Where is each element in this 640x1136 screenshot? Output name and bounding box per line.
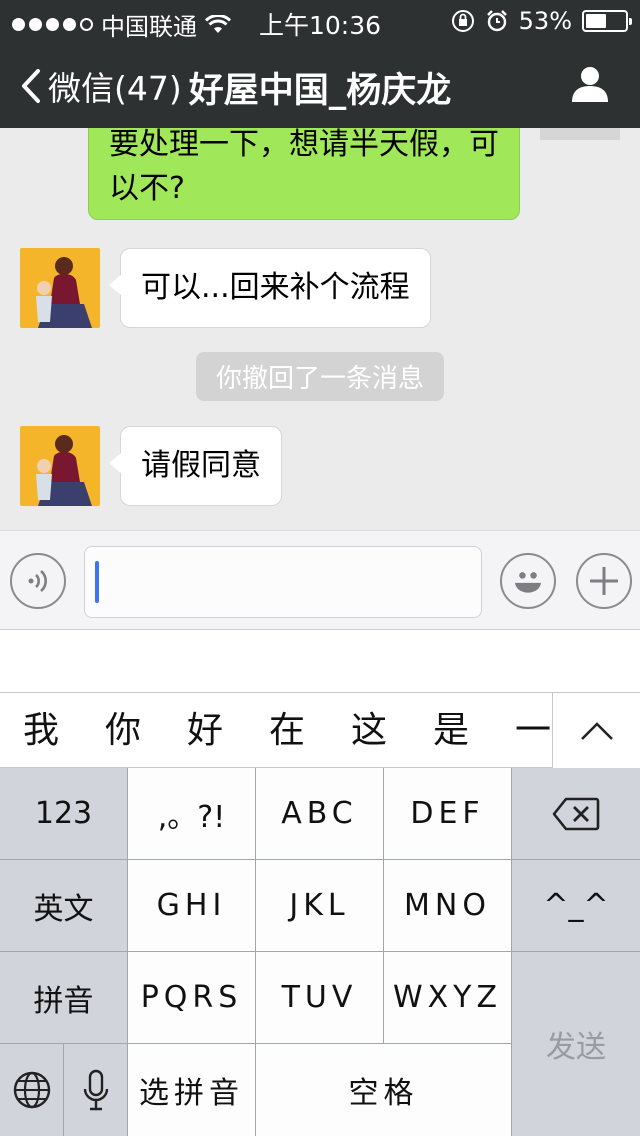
- voice-icon: [28, 570, 47, 592]
- battery-percent: 53%: [518, 7, 572, 35]
- person-icon: [572, 67, 608, 102]
- space-key[interactable]: 空格: [256, 1044, 511, 1136]
- contact-avatar[interactable]: [20, 426, 100, 506]
- candidate-word[interactable]: 是: [410, 693, 492, 769]
- key-english[interactable]: 英文: [0, 860, 127, 951]
- message-input[interactable]: [84, 546, 482, 618]
- backspace-icon: [552, 797, 600, 830]
- candidate-word[interactable]: 一: [492, 693, 552, 769]
- received-message-row: 可以...回来补个流程: [20, 248, 431, 328]
- dictation-key[interactable]: [64, 1044, 127, 1136]
- candidate-bar: 我 你 好 在 这 是 一: [0, 692, 640, 769]
- key-punctuation[interactable]: ,。?!: [128, 768, 255, 859]
- key-ghi[interactable]: GHI: [128, 860, 255, 951]
- text-caret: [95, 561, 99, 603]
- orientation-lock-icon: [451, 10, 474, 32]
- key-jkl[interactable]: JKL: [256, 860, 383, 951]
- voice-button[interactable]: [10, 553, 66, 609]
- key-numbers[interactable]: 123: [0, 768, 127, 859]
- contact-info-button[interactable]: [570, 64, 610, 108]
- status-bar: 中国联通 上午10:36 53%: [0, 0, 640, 41]
- battery-fill: [586, 14, 607, 28]
- send-key[interactable]: 发送: [512, 952, 640, 1136]
- backspace-key[interactable]: [512, 768, 640, 859]
- more-button[interactable]: [576, 553, 632, 609]
- key-mno[interactable]: MNO: [384, 860, 511, 951]
- chat-messages[interactable]: 要处理一下，想请半天假，可以不? 可以...回来补个流程 你撤回了一条消息 请假…: [0, 128, 640, 530]
- sent-message[interactable]: 要处理一下，想请半天假，可以不?: [88, 128, 520, 220]
- globe-key[interactable]: [0, 1044, 63, 1136]
- message-input-bar: [0, 530, 640, 630]
- recalled-notice: 你撤回了一条消息: [195, 352, 444, 401]
- received-message-row: 请假同意: [20, 426, 282, 506]
- candidate-word[interactable]: 我: [0, 693, 82, 769]
- key-def[interactable]: DEF: [384, 768, 511, 859]
- candidate-word[interactable]: 好: [164, 693, 246, 769]
- key-tuv[interactable]: TUV: [256, 952, 383, 1043]
- key-wxyz[interactable]: WXYZ: [384, 952, 511, 1043]
- select-pinyin-key[interactable]: 选拼音: [128, 1044, 255, 1136]
- emoji-button[interactable]: [500, 553, 556, 609]
- candidate-word[interactable]: 这: [328, 693, 410, 769]
- input-spacer: [0, 630, 640, 692]
- expand-candidates-button[interactable]: [552, 693, 640, 769]
- key-abc[interactable]: ABC: [256, 768, 383, 859]
- battery-icon: [582, 10, 632, 32]
- plus-icon: [590, 567, 618, 595]
- nav-bar: 微信(47) 好屋中国_杨庆龙: [0, 40, 640, 128]
- key-pinyin[interactable]: 拼音: [0, 952, 127, 1043]
- top-bar: 中国联通 上午10:36 53% 微信(47) 好屋中国_杨庆龙: [0, 0, 640, 128]
- key-emoticon[interactable]: ^_^: [512, 860, 640, 951]
- keyboard: 123 ,。?! ABC DEF 英文 GHI JKL MNO ^_^ 拼音 P…: [0, 768, 640, 1136]
- received-message[interactable]: 请假同意: [109, 426, 282, 506]
- system-message: 你撤回了一条消息: [0, 352, 640, 401]
- smiley-icon: [515, 572, 541, 593]
- globe-icon: [13, 1071, 50, 1109]
- chevron-up-icon: [580, 722, 613, 740]
- alarm-icon: [486, 10, 507, 32]
- microphone-icon: [83, 1069, 108, 1111]
- candidate-word[interactable]: 你: [82, 693, 164, 769]
- key-pqrs[interactable]: PQRS: [128, 952, 255, 1043]
- chat-title: 好屋中国_杨庆龙: [188, 71, 452, 111]
- contact-avatar[interactable]: [20, 248, 100, 328]
- my-avatar[interactable]: [540, 128, 620, 140]
- candidate-word[interactable]: 在: [246, 693, 328, 769]
- candidate-list: 我 你 好 在 这 是 一: [0, 693, 552, 769]
- received-message[interactable]: 可以...回来补个流程: [109, 248, 431, 328]
